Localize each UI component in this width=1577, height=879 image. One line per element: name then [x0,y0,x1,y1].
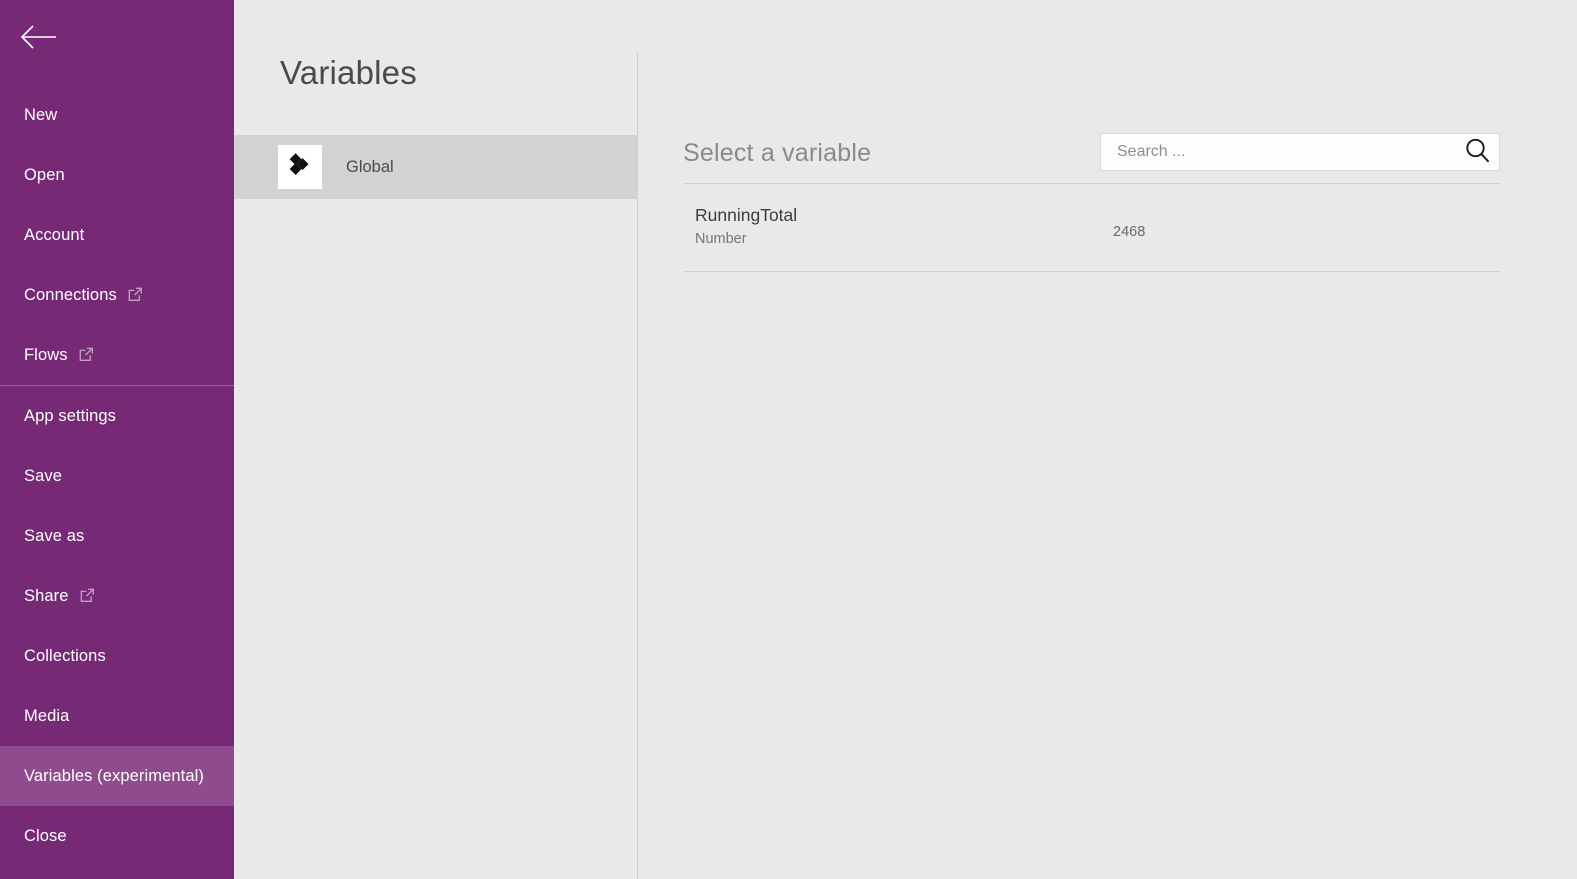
search-box[interactable] [1100,132,1500,171]
sidebar-item-open[interactable]: Open [0,145,234,205]
variable-name: RunningTotal [695,204,798,225]
sidebar-item-collections[interactable]: Collections [0,626,234,686]
sidebar-item-variables-experimental[interactable]: Variables (experimental) [0,746,234,806]
source-icon [278,145,322,189]
arrow-left-icon [18,24,58,50]
variable-row[interactable]: RunningTotal Number 2468 [683,184,1500,272]
variable-list: RunningTotal Number 2468 [683,184,1500,272]
sidebar-item-media[interactable]: Media [0,686,234,746]
sidebar-item-save[interactable]: Save [0,446,234,506]
external-link-icon [128,287,143,302]
app-window: New Open Account Connections Flows App settin… [0,0,1577,879]
sidebar-item-label: Close [24,826,67,845]
variable-source-list: Global [234,135,638,199]
external-link-icon [80,588,95,603]
left-nav-sidebar: New Open Account Connections Flows App settin… [0,0,234,879]
sidebar-item-new[interactable]: New [0,85,234,145]
sidebar-item-label: Account [24,225,85,244]
variable-value: 2468 [1113,223,1146,240]
nav-list: New Open Account Connections Flows App settin… [0,85,234,866]
sidebar-item-connections[interactable]: Connections [0,265,234,325]
search-input[interactable] [1101,133,1455,170]
sidebar-item-account[interactable]: Account [0,205,234,265]
sidebar-item-label: Media [24,706,70,725]
search-icon [1463,136,1491,167]
sidebar-item-save-as[interactable]: Save as [0,506,234,566]
select-variable-heading: Select a variable [683,139,872,167]
sidebar-item-flows[interactable]: Flows [0,325,234,385]
variable-names: RunningTotal Number [683,204,1113,251]
page-title: Variables [280,54,417,91]
content-area: Select a variable RunningTotal Number 2468 [638,0,1577,879]
variable-source-label: Global [346,157,394,176]
content-header: Select a variable [683,128,1500,184]
sidebar-item-label: Collections [24,646,106,665]
sidebar-item-label: Open [24,165,65,184]
variables-panel: Variables Global [234,0,638,879]
search-button[interactable] [1455,134,1499,170]
sidebar-item-label: Flows [24,345,68,364]
variable-source-item[interactable]: Global [234,135,638,199]
external-link-icon [79,347,94,362]
sidebar-item-label: Save as [24,526,85,545]
sidebar-item-label: Share [24,586,69,605]
variable-type: Number [695,231,747,248]
sidebar-item-app-settings[interactable]: App settings [0,386,234,446]
back-button[interactable] [18,17,62,57]
sidebar-item-label: Variables (experimental) [24,766,205,785]
sidebar-item-label: App settings [24,406,117,425]
sidebar-item-share[interactable]: Share [0,566,234,626]
sidebar-item-close[interactable]: Close [0,806,234,866]
sidebar-item-label: New [24,105,58,124]
diamonds-icon [287,152,313,183]
sidebar-item-label: Save [24,466,63,485]
sidebar-item-label: Connections [24,285,117,304]
